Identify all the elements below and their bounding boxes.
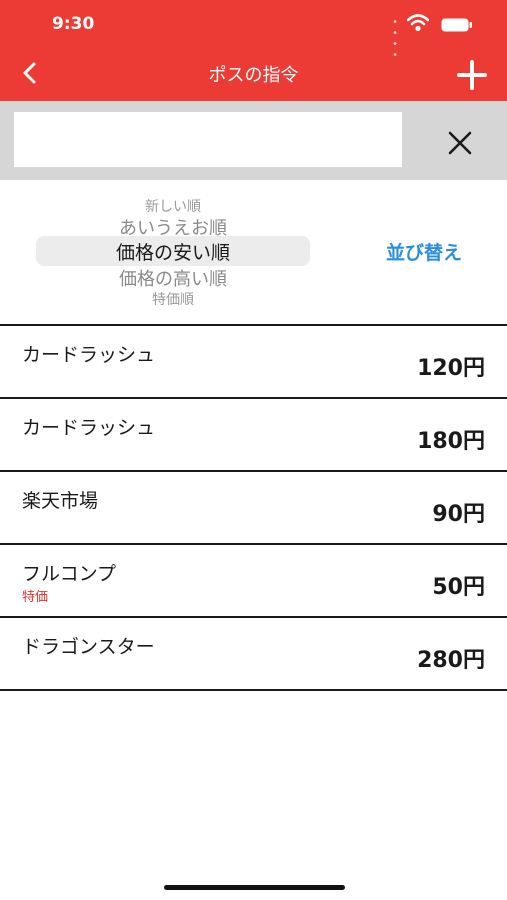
status-time: 9:30: [52, 14, 95, 34]
sort-option[interactable]: 新しい順: [36, 196, 310, 216]
item-price: 50円: [432, 575, 485, 600]
list-item[interactable]: フルコンプ 特価 50円: [0, 543, 507, 616]
item-name: ドラゴンスター: [22, 636, 155, 658]
search-input[interactable]: [14, 112, 402, 167]
list-item[interactable]: 楽天市場 90円: [0, 470, 507, 543]
page-title: ポスの指令: [208, 65, 299, 86]
sort-option[interactable]: あいうえお順: [36, 214, 310, 240]
sort-option[interactable]: 価格の高い順: [36, 265, 310, 291]
item-price: 120円: [417, 356, 485, 381]
battery-icon: [441, 18, 472, 32]
close-icon: [448, 131, 472, 155]
wifi-icon: [407, 14, 429, 32]
home-indicator: [164, 885, 345, 890]
sort-section: 新しい順 あいうえお順 価格の安い順 価格の高い順 特価順 並び替え: [0, 180, 507, 324]
nav-header: 9:30 • • • • ポスの指令: [0, 0, 507, 101]
plus-icon: [457, 60, 487, 90]
list-item[interactable]: カードラッシュ 120円: [0, 324, 507, 397]
item-name: カードラッシュ: [22, 417, 156, 439]
item-name: フルコンプ: [22, 563, 117, 585]
search-bar: [0, 101, 507, 180]
signal-icon: • • • •: [392, 17, 399, 61]
list-item[interactable]: ドラゴンスター 280円: [0, 616, 507, 691]
sale-badge: 特価: [22, 590, 49, 605]
list-item[interactable]: カードラッシュ 180円: [0, 397, 507, 470]
sort-picker[interactable]: 新しい順 あいうえお順 価格の安い順 価格の高い順 特価順: [36, 194, 310, 314]
item-price: 90円: [432, 502, 485, 527]
item-name: カードラッシュ: [22, 344, 156, 366]
sort-option-selected[interactable]: 価格の安い順: [36, 238, 310, 265]
shop-list: カードラッシュ 120円 カードラッシュ 180円 楽天市場 90円 フルコンプ…: [0, 324, 507, 691]
item-price: 180円: [417, 429, 485, 454]
item-name: 楽天市場: [22, 490, 99, 512]
add-button[interactable]: [455, 58, 489, 92]
sort-option[interactable]: 特価順: [36, 289, 310, 309]
clear-search-button[interactable]: [440, 123, 480, 163]
item-price: 280円: [417, 648, 485, 673]
sort-button[interactable]: 並び替え: [364, 238, 484, 265]
